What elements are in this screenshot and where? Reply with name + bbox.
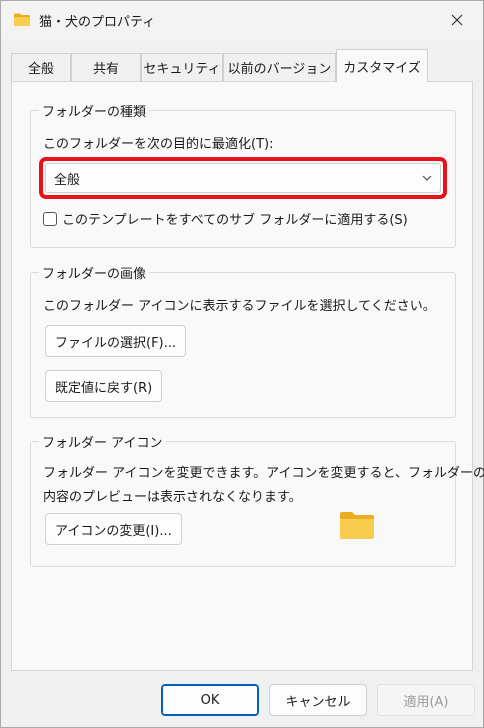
folder-image-description: このフォルダー アイコンに表示するファイルを選択してください。	[43, 299, 436, 314]
customize-panel: フォルダーの種類 このフォルダーを次の目的に最適化(T): 全般 このテンプレー…	[11, 81, 484, 671]
tab-general[interactable]: 全般	[11, 53, 71, 81]
folder-type-group: フォルダーの種類 このフォルダーを次の目的に最適化(T): 全般 このテンプレー…	[30, 101, 456, 248]
optimize-label: このフォルダーを次の目的に最適化(T):	[43, 137, 274, 152]
cancel-button[interactable]: キャンセル	[269, 684, 367, 716]
tab-security[interactable]: セキュリティ	[141, 53, 223, 81]
restore-default-button[interactable]: 既定値に戻す(R)	[45, 370, 163, 402]
tab-label: セキュリティ	[143, 62, 221, 77]
folder-type-select[interactable]: 全般	[45, 163, 441, 193]
apply-template-checkbox[interactable]: このテンプレートをすべてのサブ フォルダーに適用する(S)	[43, 209, 408, 228]
tab-label: カスタマイズ	[343, 60, 421, 76]
tab-label: 共有	[92, 62, 119, 77]
checkbox-box[interactable]	[43, 211, 57, 226]
folder-icon-description-line2: 内容のプレビューは表示されなくなります。	[43, 490, 302, 505]
tab-previous-versions[interactable]: 以前のバージョン	[223, 53, 336, 81]
tab-label: 以前のバージョン	[227, 62, 332, 77]
title-bar[interactable]: 猫・犬のプロパティ	[1, 1, 483, 39]
chevron-down-icon	[422, 175, 432, 181]
properties-dialog: 猫・犬のプロパティ 全般 共有 セキュリティ 以前のバージョン カスタマイズ フ…	[0, 0, 484, 728]
close-button[interactable]	[437, 5, 477, 35]
window-title: 猫・犬のプロパティ	[39, 15, 156, 30]
tab-label: 全般	[27, 62, 54, 77]
folder-type-selected-value: 全般	[54, 172, 81, 188]
folder-preview-icon	[340, 512, 374, 539]
change-icon-button[interactable]: アイコンの変更(I)...	[45, 513, 182, 545]
folder-image-group: フォルダーの画像 このフォルダー アイコンに表示するファイルを選択してください。…	[30, 263, 456, 418]
folder-image-title: フォルダーの画像	[39, 263, 150, 282]
ok-button[interactable]: OK	[161, 684, 259, 716]
apply-button[interactable]: 適用(A)	[377, 684, 475, 716]
folder-icon-group: フォルダー アイコン フォルダー アイコンを変更できます。アイコンを変更すると、…	[30, 432, 484, 567]
close-icon	[451, 14, 463, 26]
tab-bar: 全般 共有 セキュリティ 以前のバージョン カスタマイズ	[11, 49, 481, 82]
choose-file-button[interactable]: ファイルの選択(F)...	[45, 325, 187, 357]
tab-sharing[interactable]: 共有	[71, 53, 141, 81]
folder-icon-title: フォルダー アイコン	[39, 432, 166, 451]
tab-customize[interactable]: カスタマイズ	[336, 49, 428, 82]
folder-icon	[14, 13, 30, 26]
folder-type-title: フォルダーの種類	[39, 101, 150, 120]
folder-icon-description-line1: フォルダー アイコンを変更できます。アイコンを変更すると、フォルダーの	[43, 466, 484, 481]
apply-template-label: このテンプレートをすべてのサブ フォルダーに適用する(S)	[62, 213, 408, 228]
